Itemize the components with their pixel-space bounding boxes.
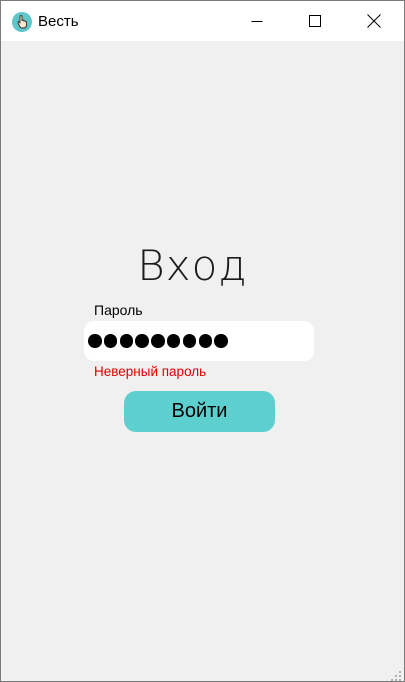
maximize-button[interactable] (286, 1, 344, 41)
password-dot (151, 334, 165, 348)
resize-grip-icon[interactable] (391, 668, 401, 681)
password-field[interactable] (84, 321, 314, 361)
close-button[interactable] (345, 1, 403, 41)
password-dot (198, 334, 213, 348)
title-bar[interactable]: Весть (1, 1, 404, 41)
maximize-icon (309, 15, 321, 27)
password-label: Пароль (94, 302, 143, 318)
password-dot (182, 334, 197, 348)
login-button[interactable]: Войти (124, 391, 275, 432)
close-icon (367, 14, 381, 28)
page-title: Вход (137, 241, 248, 290)
password-dot (166, 334, 181, 348)
hand-pointer-icon (11, 11, 33, 33)
password-mask (88, 334, 228, 348)
password-dot (135, 334, 149, 348)
error-message: Неверный пароль (94, 364, 207, 379)
password-dot (103, 334, 118, 348)
password-dot (88, 334, 102, 348)
app-window: Весть Вход Пароль Неверный пароль Войти (0, 0, 405, 682)
password-dot (119, 334, 134, 348)
password-dot (214, 334, 228, 348)
minimize-icon (251, 21, 263, 22)
minimize-button[interactable] (228, 1, 286, 41)
window-title: Весть (38, 13, 79, 30)
